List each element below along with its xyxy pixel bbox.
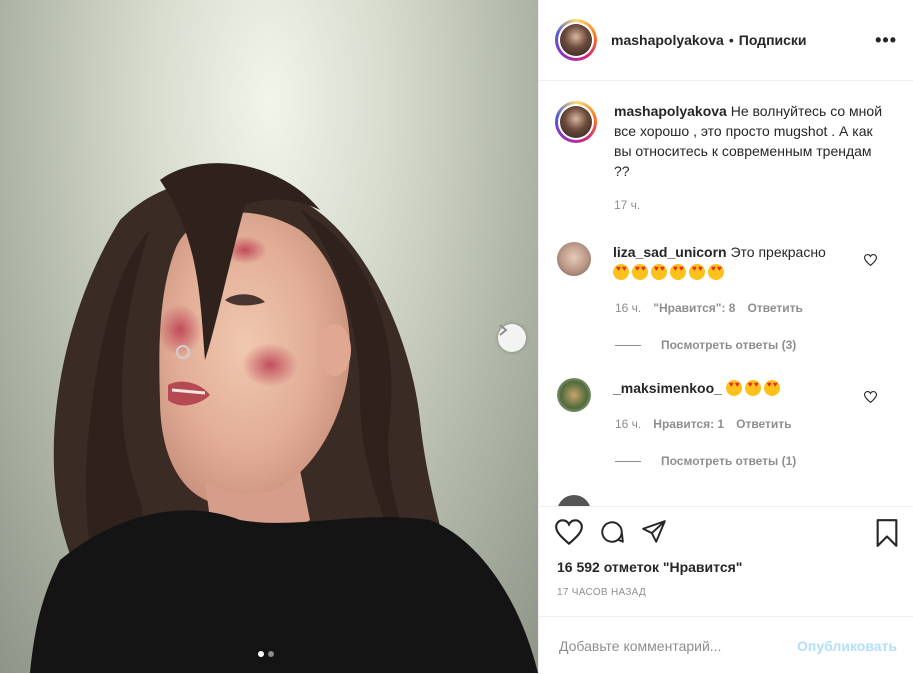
comment-text: Это прекрасно <box>730 244 826 260</box>
heart-icon[interactable] <box>555 519 583 545</box>
replies-divider <box>615 460 641 462</box>
heart-eyes-emoji-icon <box>651 264 667 280</box>
like-comment-icon[interactable] <box>864 254 877 266</box>
separator: • <box>728 32 734 48</box>
heart-eyes-emoji-icon <box>708 264 724 280</box>
post-header: mashapolyakova • Подписки ••• <box>539 0 913 81</box>
commenter-avatar[interactable] <box>557 378 591 412</box>
reply-button[interactable]: Ответить <box>747 301 802 315</box>
carousel-dot-active <box>258 651 264 657</box>
comment-item: _maksimenkoo_ <box>555 378 897 412</box>
author-username[interactable]: mashapolyakova <box>611 32 724 48</box>
post-sidebar: mashapolyakova • Подписки ••• mashapolya… <box>538 0 913 673</box>
post-photo-illustration <box>30 163 538 673</box>
like-comment-icon[interactable] <box>864 391 877 403</box>
replies-divider <box>615 344 641 346</box>
comment-likes[interactable]: Нравится: 1 <box>653 417 724 431</box>
comment-icon[interactable] <box>599 519 625 545</box>
comments-list[interactable]: mashapolyakova Не волнуйтесь со мной все… <box>539 81 913 506</box>
author-avatar[interactable] <box>555 19 597 61</box>
commenter-username[interactable]: liza_sad_unicorn <box>613 244 727 260</box>
view-replies-button[interactable]: Посмотреть ответы (3) <box>615 338 796 352</box>
share-icon[interactable] <box>641 519 667 545</box>
heart-eyes-emoji-icon <box>670 264 686 280</box>
post-photo[interactable] <box>0 0 538 673</box>
comment-likes[interactable]: "Нравится": 8 <box>653 301 735 315</box>
chevron-right-icon <box>499 324 508 336</box>
comment-time[interactable]: 16 ч. <box>615 301 641 315</box>
commenter-avatar[interactable] <box>557 495 591 506</box>
comment-meta: 16 ч. "Нравится": 8 Ответить <box>615 301 803 315</box>
heart-eyes-emoji-icon <box>763 380 780 396</box>
commenter-avatar[interactable] <box>557 242 591 276</box>
carousel-dot <box>268 651 274 657</box>
view-replies-label: Посмотреть ответы (3) <box>661 338 797 352</box>
comment-time[interactable]: 16 ч. <box>615 417 641 431</box>
view-replies-button[interactable]: Посмотреть ответы (1) <box>615 454 796 468</box>
bookmark-icon[interactable] <box>875 519 899 547</box>
publish-button[interactable]: Опубликовать <box>797 638 897 654</box>
post-caption: mashapolyakova Не волнуйтесь со мной все… <box>555 101 884 215</box>
post-timestamp[interactable]: 17 ЧАСОВ НАЗАД <box>557 587 646 598</box>
comment-meta: 16 ч. Нравится: 1 Ответить <box>615 417 792 431</box>
view-replies-label: Посмотреть ответы (1) <box>661 454 797 468</box>
reply-button[interactable]: Ответить <box>736 417 791 431</box>
carousel-indicator <box>258 651 274 657</box>
heart-eyes-emoji-icon <box>632 264 648 280</box>
heart-eyes-emoji-icon <box>744 380 761 396</box>
commenter-username[interactable]: _maksimenkoo_ <box>613 380 722 396</box>
heart-eyes-emoji-icon <box>725 380 742 396</box>
likes-count[interactable]: 16 592 отметок "Нравится" <box>557 559 742 575</box>
comment-emojis <box>613 262 863 282</box>
comment-input[interactable] <box>557 636 781 655</box>
add-comment-bar: Опубликовать <box>539 616 913 674</box>
heart-eyes-emoji-icon <box>613 264 629 280</box>
caption-username[interactable]: mashapolyakova <box>614 103 727 119</box>
more-options-button[interactable]: ••• <box>875 30 897 51</box>
caption-avatar[interactable] <box>555 101 597 143</box>
heart-eyes-emoji-icon <box>689 264 705 280</box>
comment-item: liza_sad_unicorn Это прекрасно <box>555 242 897 282</box>
following-button[interactable]: Подписки <box>739 32 807 48</box>
caption-time: 17 ч. <box>614 198 641 212</box>
next-slide-button[interactable] <box>498 324 526 352</box>
post-actions: 16 592 отметок "Нравится" 17 ЧАСОВ НАЗАД <box>539 506 913 617</box>
